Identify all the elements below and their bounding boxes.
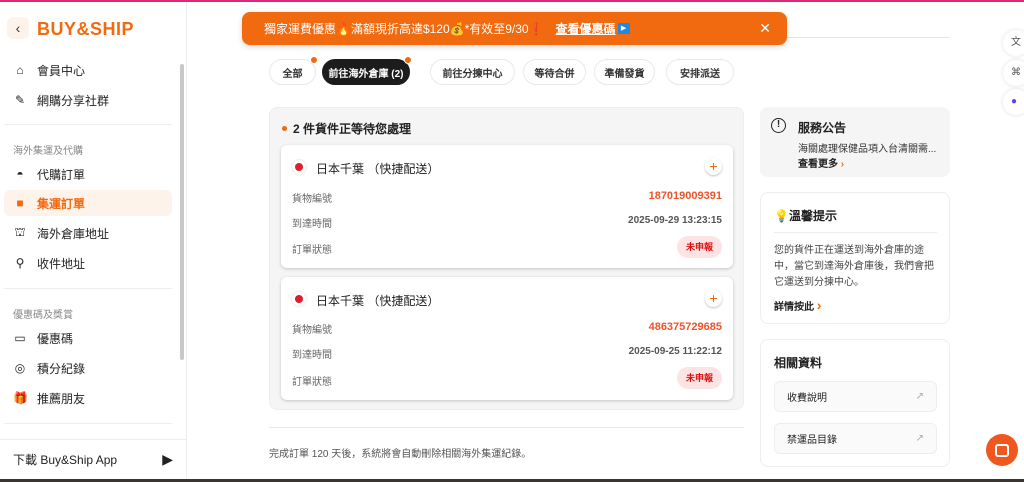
sidebar-item-coupons[interactable]: ▭ 優惠碼: [4, 325, 172, 351]
order-location: 日本千葉 （快捷配送）: [316, 294, 440, 308]
panel-title: 2 件貨件正等待您處理: [282, 120, 411, 137]
order-card[interactable]: 日本千葉 （快捷配送） + 貨物編號 486375729685 到達時間 202…: [281, 277, 733, 400]
order-id: 486375729685: [648, 321, 722, 333]
view-coupon-link[interactable]: 查看優惠碼: [556, 20, 616, 37]
chat-button[interactable]: [986, 434, 1018, 466]
divider: [269, 427, 744, 428]
expand-plus-icon[interactable]: +: [705, 290, 722, 307]
home-icon: ⌂: [16, 63, 24, 77]
order-id: 187019009391: [648, 190, 722, 202]
label-status: 訂單狀態: [292, 245, 332, 256]
command-icon[interactable]: ⌘: [1003, 60, 1024, 86]
expand-plus-icon[interactable]: +: [705, 158, 722, 175]
close-icon[interactable]: ✕: [759, 20, 771, 37]
section-label: 優惠碼及獎賞: [13, 310, 73, 321]
chat-icon: [995, 443, 1009, 457]
points-icon: ◎: [14, 361, 26, 375]
back-button[interactable]: ‹: [7, 17, 29, 39]
label-id: 貨物編號: [292, 194, 332, 205]
retention-note: 完成訂單 120 天後，系統將會自動刪除相關海外集運紀錄。: [269, 449, 532, 460]
label-arrival: 到達時間: [292, 219, 332, 230]
japan-flag-icon: [292, 292, 306, 306]
tips-card: 💡溫馨提示 您的貨件正在運送到海外倉庫的途中，當它到達海外倉庫後，我們會把它運送…: [760, 192, 950, 324]
exclamation-icon: !: [771, 118, 786, 133]
divider: [4, 124, 172, 125]
chevron-right-icon: ›: [816, 297, 822, 313]
app-download-label: 下載 Buy&Ship App: [13, 453, 118, 467]
sidebar-item-points[interactable]: ◎ 積分紀錄: [4, 355, 172, 381]
sidebar-item-member-center[interactable]: ⌂ 會員中心: [4, 57, 172, 83]
external-link-icon: ↗: [915, 391, 924, 402]
bag-icon: ◓: [16, 167, 24, 181]
notification-dot: [404, 56, 412, 64]
label-arrival: 到達時間: [292, 350, 332, 361]
divider: [4, 288, 172, 289]
tips-body: 您的貨件正在運送到海外倉庫的途中，當它到達海外倉庫後，我們會把它運送到分揀中心。: [774, 245, 934, 288]
orders-panel: 2 件貨件正等待您處理 日本千葉 （快捷配送） + 貨物編號 187019009…: [269, 107, 744, 410]
fee-info-link[interactable]: 收費說明 ↗: [774, 381, 937, 412]
related-info: 相關資料 收費說明 ↗ 禁運品目錄 ↗: [760, 339, 950, 467]
tab-awaiting-consolidation[interactable]: 等待合併: [523, 59, 586, 85]
google-play-icon[interactable]: ▶: [162, 451, 173, 467]
box-icon: ■: [16, 196, 24, 210]
service-notice: ! 服務公告 海關處理保健品項入台清關需... 查看更多 ›: [760, 107, 950, 177]
tab-all[interactable]: 全部: [269, 56, 318, 85]
japan-flag-icon: [292, 160, 306, 174]
sidebar-item-warehouse-address[interactable]: ⛫ 海外倉庫地址: [4, 220, 172, 246]
tab-to-sorting-center[interactable]: 前往分揀中心: [430, 59, 515, 85]
tab-delivery[interactable]: 安排派送: [666, 59, 734, 85]
sidebar-item-community[interactable]: ✎ 網購分享社群: [4, 87, 172, 113]
warehouse-icon: ⛫: [14, 225, 26, 239]
translate-icon[interactable]: 文: [1003, 30, 1024, 56]
order-card[interactable]: 日本千葉 （快捷配送） + 貨物編號 187019009391 到達時間 202…: [281, 145, 733, 268]
notification-dot: [310, 56, 318, 64]
location-icon: ⚲: [15, 256, 25, 270]
logo[interactable]: BUY&SHIP: [37, 19, 134, 40]
promo-text: 獨家運費優惠🔥滿額現折高達$120💰*有效至9/30❗: [264, 22, 544, 36]
gift-icon: 🎁: [13, 391, 28, 405]
status-badge: 未申報: [676, 236, 722, 258]
assistant-icon[interactable]: ●: [1003, 89, 1024, 115]
chevron-right-icon: ›: [840, 159, 845, 170]
order-arrival: 2025-09-29 13:23:15: [628, 215, 722, 226]
order-arrival: 2025-09-25 11:22:12: [628, 346, 722, 357]
divider: [774, 232, 937, 233]
divider: [4, 423, 172, 424]
sidebar-item-shipping-orders[interactable]: ■ 集運訂單: [4, 190, 172, 216]
coupon-icon: ▭: [14, 331, 26, 345]
app-download-bar: 下載 Buy&Ship App ▶: [0, 439, 187, 479]
play-icon: ▶: [617, 23, 630, 34]
sidebar: ‹ BUY&SHIP ⌂ 會員中心 ✎ 網購分享社群 海外集運及代購 ◓ 代購訂單 ■…: [0, 2, 187, 479]
related-title: 相關資料: [774, 356, 823, 370]
sidebar-item-referral[interactable]: 🎁 推薦朋友: [4, 385, 172, 411]
notice-title: 服務公告: [798, 121, 847, 135]
sidebar-item-delivery-address[interactable]: ⚲ 收件地址: [4, 250, 172, 276]
tips-more-link[interactable]: 詳情按此 ›: [774, 297, 821, 313]
edit-icon: ✎: [14, 93, 26, 107]
tab-preparing-shipment[interactable]: 準備發貨: [594, 59, 655, 85]
tips-title: 💡溫馨提示: [774, 209, 837, 223]
prohibited-items-link[interactable]: 禁運品目錄 ↗: [774, 423, 937, 454]
status-badge: 未申報: [676, 367, 722, 389]
external-link-icon: ↗: [915, 433, 924, 444]
label-id: 貨物編號: [292, 325, 332, 336]
section-label: 海外集運及代購: [13, 146, 83, 157]
order-location: 日本千葉 （快捷配送）: [316, 162, 440, 176]
tab-to-warehouse[interactable]: 前往海外倉庫 (2): [322, 56, 412, 85]
sidebar-scrollbar[interactable]: [180, 64, 184, 360]
promo-banner: 獨家運費優惠🔥滿額現折高達$120💰*有效至9/30❗ 查看優惠碼 ▶ ✕: [242, 12, 787, 45]
notice-text: 海關處理保健品項入台清關需...: [798, 144, 937, 155]
notice-more-link[interactable]: 查看更多 ›: [798, 155, 844, 170]
label-status: 訂單狀態: [292, 377, 332, 388]
sidebar-item-purchase-orders[interactable]: ◓ 代購訂單: [4, 161, 172, 187]
